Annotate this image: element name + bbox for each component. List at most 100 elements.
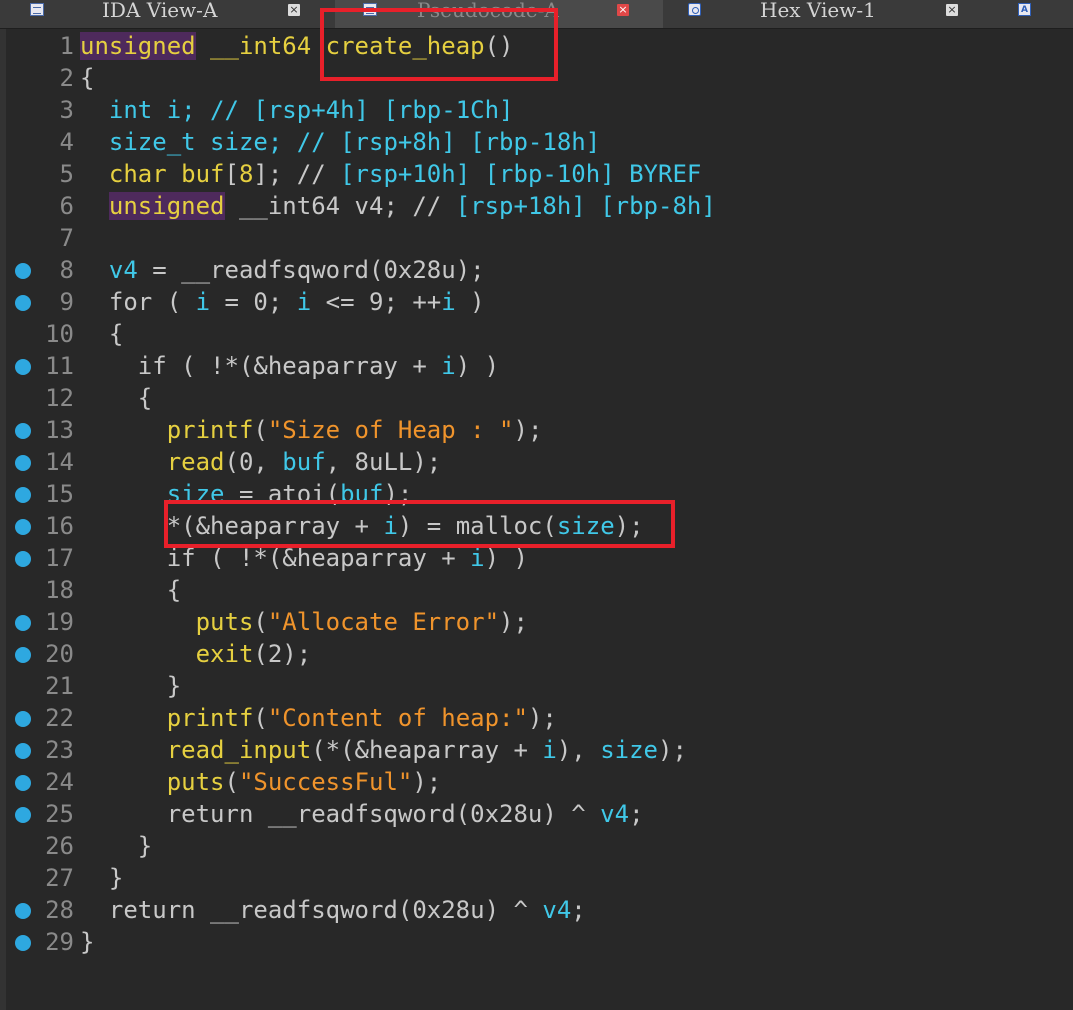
line-number: 27 (45, 864, 74, 892)
code-line[interactable]: 14 read(0, buf, 8uLL); (0, 446, 1073, 478)
code-token: "SuccessFul" (238, 768, 413, 796)
code-text: } (80, 830, 152, 862)
breakpoint-dot-icon[interactable] (15, 935, 31, 951)
breakpoint-dot-icon[interactable] (15, 295, 31, 311)
code-token: __int64 (224, 192, 355, 220)
code-text: size = atoi(buf); (80, 478, 413, 510)
code-line[interactable]: 8 v4 = __readfsqword(0x28u); (0, 254, 1073, 286)
code-token: } (80, 864, 124, 892)
code-text: read_input(*(&heaparray + i), size); (80, 734, 687, 766)
code-line[interactable]: 29} (0, 926, 1073, 958)
breakpoint-dot-icon[interactable] (15, 807, 31, 823)
line-number: 8 (59, 256, 74, 284)
line-number: 28 (45, 896, 74, 924)
code-line[interactable]: 6 unsigned __int64 v4; // [rsp+18h] [rbp… (0, 190, 1073, 222)
code-line[interactable]: 26 } (0, 830, 1073, 862)
code-text: for ( i = 0; i <= 9; ++i ) (80, 286, 485, 318)
breakpoint-dot-icon[interactable] (15, 519, 31, 535)
breakpoint-dot-icon[interactable] (15, 743, 31, 759)
code-text: exit(2); (80, 638, 312, 670)
code-line[interactable]: 27 } (0, 862, 1073, 894)
breakpoint-dot-icon[interactable] (15, 647, 31, 663)
code-token: size_t size; // [rsp+8h] [rbp-18h] (108, 128, 601, 156)
code-token: ); (499, 608, 528, 636)
code-line[interactable]: 20 exit(2); (0, 638, 1073, 670)
code-line[interactable]: 7 (0, 222, 1073, 254)
pseudocode-editor[interactable]: 1 unsigned __int64 create_heap() 2{3 int i… (0, 29, 1073, 1010)
breakpoint-dot-icon[interactable] (15, 359, 31, 375)
code-line[interactable]: 9 for ( i = 0; i <= 9; ++i ) (0, 286, 1073, 318)
code-line[interactable]: 11 if ( !*(&heaparray + i) ) (0, 350, 1073, 382)
code-text: int i; // [rsp+4h] [rbp-1Ch] (80, 94, 514, 126)
code-token: ); (658, 736, 687, 764)
code-text: puts("Allocate Error"); (80, 606, 528, 638)
code-token: buf (282, 448, 326, 476)
tab-label: Hex View-1 (760, 0, 876, 22)
code-line[interactable]: 23 read_input(*(&heaparray + i), size); (0, 734, 1073, 766)
close-icon[interactable]: × (617, 4, 629, 16)
line-number: 7 (59, 224, 74, 252)
code-text: { (80, 574, 181, 606)
code-text: v4 = __readfsqword(0x28u); (80, 254, 485, 286)
close-icon[interactable]: × (946, 4, 958, 16)
breakpoint-dot-icon[interactable] (15, 551, 31, 567)
code-line[interactable]: 5 char buf[8]; // [rsp+10h] [rbp-10h] BY… (0, 158, 1073, 190)
code-token: if ( !*(&heaparray + (80, 544, 471, 572)
code-text: } (80, 926, 94, 958)
code-token: exit (195, 640, 254, 668)
code-line[interactable]: 1 unsigned __int64 create_heap() (0, 30, 1073, 62)
tab-pseudocode[interactable]: Pseudocode-A × (335, 0, 663, 28)
code-line[interactable]: 25 return __readfsqword(0x28u) ^ v4; (0, 798, 1073, 830)
breakpoint-dot-icon[interactable] (15, 263, 31, 279)
code-token: () (484, 32, 514, 60)
code-line[interactable]: 19 puts("Allocate Error"); (0, 606, 1073, 638)
code-line[interactable]: 4 size_t size; // [rsp+8h] [rbp-18h] (0, 126, 1073, 158)
code-token: read_input (166, 736, 312, 764)
breakpoint-dot-icon[interactable] (15, 615, 31, 631)
code-line[interactable]: 2{ (0, 62, 1073, 94)
code-line[interactable]: 13 printf("Size of Heap : "); (0, 414, 1073, 446)
breakpoint-dot-icon[interactable] (15, 487, 31, 503)
code-token: } (80, 832, 153, 860)
code-line[interactable]: 3 int i; // [rsp+4h] [rbp-1Ch] (0, 94, 1073, 126)
code-text: if ( !*(&heaparray + i) ) (80, 542, 528, 574)
line-number: 26 (45, 832, 74, 860)
tab-hex-view[interactable]: Hex View-1 × (688, 0, 988, 28)
code-token: <= 9; ++ (311, 288, 442, 316)
breakpoint-dot-icon[interactable] (15, 423, 31, 439)
code-text: return __readfsqword(0x28u) ^ v4; (80, 894, 586, 926)
breakpoint-dot-icon[interactable] (15, 711, 31, 727)
breakpoint-dot-icon[interactable] (15, 775, 31, 791)
code-token: i (470, 544, 485, 572)
code-line[interactable]: 15 size = atoi(buf); (0, 478, 1073, 510)
close-icon[interactable]: × (288, 4, 300, 16)
code-token: *(&heaparray + (80, 512, 384, 540)
code-line[interactable]: 22 printf("Content of heap:"); (0, 702, 1073, 734)
breakpoint-dot-icon[interactable] (15, 455, 31, 471)
breakpoint-dot-icon[interactable] (15, 903, 31, 919)
code-line[interactable]: 10 { (0, 318, 1073, 350)
code-token: (0, (224, 448, 283, 476)
code-line[interactable]: 12 { (0, 382, 1073, 414)
code-token: create_heap (325, 32, 485, 60)
code-token: int i; // [rsp+4h] [rbp-1Ch] (108, 96, 514, 124)
code-text: } (80, 862, 123, 894)
code-token: { (80, 64, 95, 92)
code-line[interactable]: 18 { (0, 574, 1073, 606)
code-text: puts("SuccessFul"); (80, 766, 442, 798)
code-line[interactable]: 16 *(&heaparray + i) = malloc(size); (0, 510, 1073, 542)
code-token: if ( !*(&heaparray + (80, 352, 442, 380)
code-line[interactable]: 28 return __readfsqword(0x28u) ^ v4; (0, 894, 1073, 926)
line-number: 21 (45, 672, 74, 700)
tab-structures[interactable]: A (1018, 0, 1058, 28)
code-token: puts (195, 608, 254, 636)
code-line[interactable]: 24 puts("SuccessFul"); (0, 766, 1073, 798)
tab-ida-view[interactable]: IDA View-A × (30, 0, 320, 28)
code-token: printf (166, 704, 254, 732)
code-line[interactable]: 21 } (0, 670, 1073, 702)
code-token: ), (556, 736, 601, 764)
hex-icon (688, 3, 701, 16)
code-line[interactable]: 17 if ( !*(&heaparray + i) ) (0, 542, 1073, 574)
